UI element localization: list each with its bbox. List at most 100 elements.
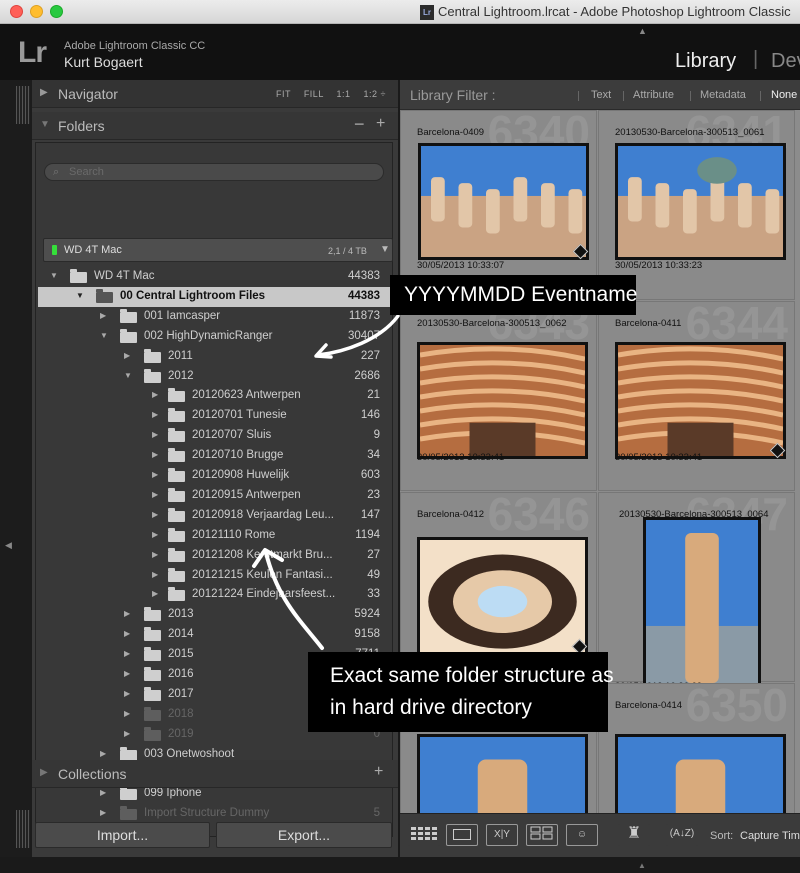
folder-row[interactable]: ▶ 20120908 Huwelijk 603 xyxy=(38,466,392,486)
disclosure-collapsed-icon[interactable]: ▶ xyxy=(124,689,130,698)
photo-cell[interactable]: 6341 20130530-Barcelona-300513_0061 30/05/… xyxy=(598,106,795,300)
collapse-left-panel-icon[interactable]: ◀ xyxy=(5,540,12,551)
disclosure-collapsed-icon[interactable]: ▶ xyxy=(152,490,158,499)
minimize-window-button[interactable] xyxy=(30,5,43,18)
disclosure-collapsed-icon[interactable]: ▶ xyxy=(152,510,158,519)
disclosure-collapsed-icon[interactable]: ▶ xyxy=(100,311,106,320)
photo-thumbnail[interactable] xyxy=(643,517,761,686)
collapse-top-panel-icon[interactable]: ▲ xyxy=(638,26,647,36)
photo-cell[interactable]: 6344 Barcelona-0411 30/05/2013 10:33:41 xyxy=(598,297,795,491)
disclosure-collapsed-icon[interactable]: ▶ xyxy=(100,808,106,817)
disclosure-collapsed-icon[interactable]: ▶ xyxy=(124,629,130,638)
folder-icon xyxy=(144,607,161,622)
zoom-fill[interactable]: FILL xyxy=(304,89,324,99)
volume-bar[interactable]: WD 4T Mac 2,1 / 4 TB ▼ xyxy=(43,238,393,262)
folder-row[interactable]: ▶ 20120707 Sluis 9 xyxy=(38,426,392,446)
panel-grip-top[interactable] xyxy=(16,86,30,124)
folder-row[interactable]: ▶ 20121224 Eindejaarsfeest... 33 xyxy=(38,585,392,605)
photo-thumbnail[interactable] xyxy=(418,143,589,260)
disclosure-collapsed-icon[interactable]: ▶ xyxy=(124,649,130,658)
folder-row[interactable]: ▶ 001 Iamcasper 11873 xyxy=(38,307,392,327)
navigator-expand-icon[interactable]: ▶ xyxy=(40,87,48,98)
export-button[interactable]: Export... xyxy=(216,822,392,848)
photo-thumbnail[interactable] xyxy=(615,342,786,459)
expand-filmstrip-icon[interactable]: ▲ xyxy=(638,861,646,870)
photo-thumbnail[interactable] xyxy=(615,143,786,260)
module-library[interactable]: Library xyxy=(675,50,736,73)
compare-view-icon[interactable]: X|Y xyxy=(486,824,518,846)
zoom-1-2[interactable]: 1:2 ÷ xyxy=(364,89,386,99)
volume-menu-icon[interactable]: ▼ xyxy=(380,244,390,255)
close-window-button[interactable] xyxy=(10,5,23,18)
folder-row[interactable]: ▶ 2011 227 xyxy=(38,347,392,367)
folder-row[interactable]: ▶ 20121208 Kerstmarkt Bru... 27 xyxy=(38,546,392,566)
disclosure-collapsed-icon[interactable]: ▶ xyxy=(152,410,158,419)
filter-none[interactable]: None xyxy=(771,89,797,101)
filter-metadata[interactable]: Metadata xyxy=(700,89,746,101)
add-collection-button[interactable]: + xyxy=(374,763,383,781)
sort-direction-icon[interactable]: (A↓Z) xyxy=(666,824,698,846)
disclosure-collapsed-icon[interactable]: ▶ xyxy=(152,589,158,598)
disclosure-collapsed-icon[interactable]: ▶ xyxy=(100,749,106,758)
remove-folder-button[interactable]: − xyxy=(354,114,365,135)
add-folder-button[interactable]: + xyxy=(376,115,385,133)
disclosure-collapsed-icon[interactable]: ▶ xyxy=(124,351,130,360)
folder-row[interactable]: ▶ 20121215 Keulen Fantasi... 49 xyxy=(38,566,392,586)
folders-header[interactable]: ▼ Folders − + xyxy=(32,112,398,140)
disclosure-collapsed-icon[interactable]: ▶ xyxy=(124,609,130,618)
panel-grip-bottom[interactable] xyxy=(16,810,30,848)
disclosure-expanded-icon[interactable]: ▼ xyxy=(50,271,58,280)
people-view-icon[interactable]: ☺ xyxy=(566,824,598,846)
painter-icon[interactable]: ♜ xyxy=(618,824,650,846)
grid-view-icon[interactable] xyxy=(408,824,440,846)
survey-view-icon[interactable] xyxy=(526,824,558,846)
folder-row[interactable]: ▶ 20120623 Antwerpen 21 xyxy=(38,386,392,406)
disclosure-collapsed-icon[interactable]: ▶ xyxy=(152,550,158,559)
navigator-header[interactable]: ▶ Navigator FIT FILL 1:1 1:2 ÷ xyxy=(32,80,398,108)
zoom-fit[interactable]: FIT xyxy=(276,89,291,99)
folder-row[interactable]: ▼ 002 HighDynamicRanger 30407 xyxy=(38,327,392,347)
import-button[interactable]: Import... xyxy=(35,822,210,848)
disclosure-expanded-icon[interactable]: ▼ xyxy=(76,291,84,300)
sort-label: Sort: xyxy=(710,830,734,842)
folder-row[interactable]: ▶ 20120701 Tunesie 146 xyxy=(38,406,392,426)
folder-row[interactable]: ▶ 20120710 Brugge 34 xyxy=(38,446,392,466)
folder-row[interactable]: ▶ 20120918 Verjaardag Leu... 147 xyxy=(38,506,392,526)
disclosure-collapsed-icon[interactable]: ▶ xyxy=(152,450,158,459)
zoom-window-button[interactable] xyxy=(50,5,63,18)
folder-row[interactable]: ▼ 2012 2686 xyxy=(38,367,392,387)
folder-row[interactable]: ▶ 2013 5924 xyxy=(38,605,392,625)
filter-text[interactable]: Text xyxy=(591,89,611,101)
folder-row[interactable]: ▼ 00 Central Lightroom Files 44383 xyxy=(38,286,392,307)
loupe-view-icon[interactable] xyxy=(446,824,478,846)
disclosure-collapsed-icon[interactable]: ▶ xyxy=(152,390,158,399)
zoom-1-1[interactable]: 1:1 xyxy=(337,89,351,99)
photo-thumbnail[interactable] xyxy=(417,342,588,459)
folder-row[interactable]: ▼ WD 4T Mac 44383 xyxy=(38,267,392,287)
disclosure-collapsed-icon[interactable]: ▶ xyxy=(124,729,130,738)
folder-row[interactable]: ▶ 2014 9158 xyxy=(38,625,392,645)
folder-row[interactable]: ▶ 20120915 Antwerpen 23 xyxy=(38,486,392,506)
folders-collapse-icon[interactable]: ▼ xyxy=(40,119,50,130)
folder-row[interactable]: ▶ 20121110 Rome 1194 xyxy=(38,526,392,546)
collections-header[interactable]: ▶ Collections + xyxy=(32,760,398,788)
folder-search-input[interactable] xyxy=(69,165,369,179)
disclosure-collapsed-icon[interactable]: ▶ xyxy=(152,470,158,479)
folder-search[interactable]: ⌕ xyxy=(44,163,384,181)
disclosure-expanded-icon[interactable]: ▼ xyxy=(124,371,132,380)
photo-cell[interactable]: 6343 20130530-Barcelona-300513_0062 30/05/… xyxy=(400,297,597,491)
photo-cell[interactable]: 6340 Barcelona-0409 30/05/2013 10:33:07 xyxy=(400,106,597,300)
disclosure-collapsed-icon[interactable]: ▶ xyxy=(152,530,158,539)
photo-cell[interactable]: 634720130530-Barcelona-300513_006430/05/… xyxy=(598,488,795,692)
collections-expand-icon[interactable]: ▶ xyxy=(40,767,48,778)
disclosure-collapsed-icon[interactable]: ▶ xyxy=(100,788,106,797)
disclosure-collapsed-icon[interactable]: ▶ xyxy=(124,669,130,678)
disclosure-collapsed-icon[interactable]: ▶ xyxy=(152,430,158,439)
module-develop[interactable]: Develop xyxy=(771,50,800,73)
sort-value[interactable]: Capture Time xyxy=(740,830,800,842)
disclosure-collapsed-icon[interactable]: ▶ xyxy=(152,570,158,579)
disclosure-collapsed-icon[interactable]: ▶ xyxy=(124,709,130,718)
photo-thumbnail[interactable] xyxy=(417,537,588,655)
filter-attribute[interactable]: Attribute xyxy=(633,89,674,101)
disclosure-expanded-icon[interactable]: ▼ xyxy=(100,331,108,340)
